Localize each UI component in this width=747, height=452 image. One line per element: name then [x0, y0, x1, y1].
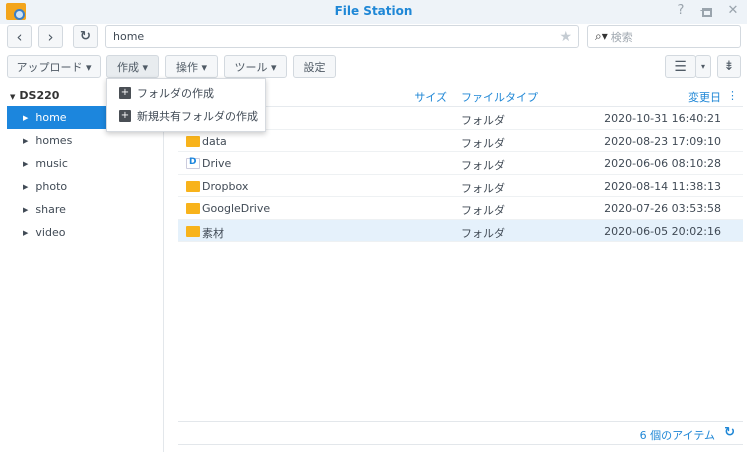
file-modified: 2020-06-06 08:10:28: [604, 157, 721, 170]
item-count: 6 個のアイテム: [639, 429, 715, 442]
back-button[interactable]: ‹: [7, 25, 32, 48]
create-menu: + フォルダの作成 + 新規共有フォルダの作成: [106, 78, 266, 132]
sidebar: ▼ DS220 ▶ home ▶ homes ▶ music ▶ photo ▶ share…: [0, 82, 164, 452]
search-input[interactable]: ⌕▾ 検索: [587, 25, 741, 48]
column-modified[interactable]: 変更日: [688, 89, 721, 105]
file-modified: 2020-08-14 11:38:13: [604, 179, 721, 193]
column-type[interactable]: ファイルタイプ: [461, 89, 538, 105]
upload-button[interactable]: アップロード ▾: [7, 55, 101, 78]
file-type: フォルダ: [461, 181, 505, 195]
search-placeholder: 検索: [610, 30, 633, 44]
forward-button[interactable]: ›: [38, 25, 63, 48]
status-bar: 6 個のアイテム ↻: [178, 421, 743, 445]
file-row[interactable]: Dropbox フォルダ 2020-08-14 11:38:13: [178, 175, 743, 197]
window-title: File Station: [334, 4, 413, 18]
close-icon[interactable]: ✕: [725, 3, 741, 18]
path-input[interactable]: home ★: [105, 25, 579, 48]
file-name: Drive: [202, 157, 232, 170]
create-button[interactable]: 作成 ▾: [106, 55, 159, 78]
file-row[interactable]: data フォルダ 2020-08-23 17:09:10: [178, 130, 743, 152]
sidebar-item-homes[interactable]: ▶ homes: [7, 129, 164, 152]
sidebar-item-share[interactable]: ▶ share: [7, 198, 164, 221]
path-text: home: [113, 30, 145, 43]
plus-folder-icon: +: [119, 109, 131, 122]
file-type: フォルダ: [461, 226, 505, 240]
file-row[interactable]: Drive フォルダ 2020-06-06 08:10:28: [178, 152, 743, 175]
view-mode-button[interactable]: ☰: [665, 55, 696, 78]
column-size[interactable]: サイズ: [414, 89, 447, 105]
file-modified: 2020-07-26 03:53:58: [604, 202, 721, 215]
sidebar-item-video[interactable]: ▶ video: [7, 221, 164, 244]
file-modified: 2020-08-23 17:09:10: [604, 134, 721, 148]
file-type: フォルダ: [461, 114, 505, 127]
sidebar-item-music[interactable]: ▶ music: [7, 152, 164, 175]
maximize-icon[interactable]: [702, 8, 712, 17]
file-modified: 2020-06-05 20:02:16: [604, 224, 721, 238]
folder-icon: [186, 225, 200, 237]
refresh-icon[interactable]: ↻: [724, 425, 735, 440]
sidebar-item-photo[interactable]: ▶ photo: [7, 175, 164, 198]
menu-create-folder[interactable]: + フォルダの作成: [107, 81, 265, 104]
title-bar: File Station ? – ✕: [0, 0, 747, 24]
sidebar-root[interactable]: ▼ DS220: [10, 89, 59, 102]
action-button[interactable]: 操作 ▾: [165, 55, 218, 78]
refresh-button[interactable]: ↻: [73, 25, 98, 48]
tools-button[interactable]: ツール ▾: [224, 55, 287, 78]
menu-create-shared-folder[interactable]: + 新規共有フォルダの作成: [107, 104, 265, 127]
file-type: フォルダ: [461, 136, 505, 150]
view-mode-dropdown[interactable]: ▾: [695, 55, 711, 78]
file-type: フォルダ: [461, 204, 505, 217]
column-options-icon[interactable]: ⋮: [727, 89, 738, 102]
file-name: Dropbox: [202, 179, 249, 193]
file-row[interactable]: GoogleDrive フォルダ 2020-07-26 03:53:58: [178, 197, 743, 220]
file-name: 素材: [202, 226, 224, 240]
star-icon[interactable]: ★: [559, 29, 572, 45]
sort-button[interactable]: ⇟: [717, 55, 741, 78]
file-row[interactable]: 素材 フォルダ 2020-06-05 20:02:16: [178, 219, 743, 242]
settings-button[interactable]: 設定: [293, 55, 336, 78]
file-name: data: [202, 134, 227, 148]
plus-folder-icon: +: [119, 86, 131, 99]
search-icon[interactable]: ⌕▾: [595, 29, 608, 44]
file-type: フォルダ: [461, 159, 505, 172]
drive-icon: [186, 157, 200, 169]
folder-icon: [186, 203, 200, 214]
file-modified: 2020-10-31 16:40:21: [604, 112, 721, 125]
folder-icon: [186, 180, 200, 192]
file-name: GoogleDrive: [202, 202, 271, 215]
folder-icon: [186, 135, 200, 147]
help-icon[interactable]: ?: [673, 3, 689, 18]
